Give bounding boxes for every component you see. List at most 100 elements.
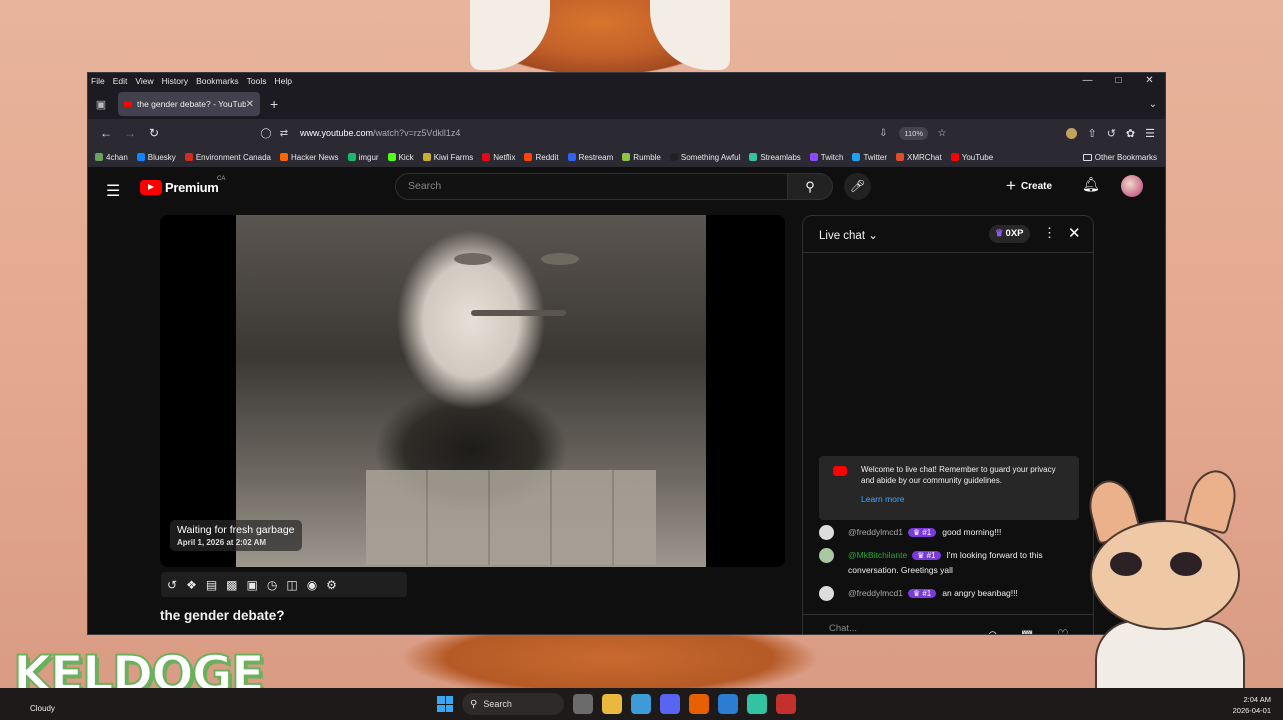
close-icon[interactable]: ✕ (1134, 73, 1165, 89)
bookmark-item[interactable]: 4chan (95, 153, 128, 162)
system-clock[interactable]: 2:04 AM 2026-04-01 (1233, 694, 1271, 716)
discord-icon[interactable] (660, 694, 680, 714)
expand-icon[interactable]: ▣ (247, 578, 258, 592)
minimize-icon[interactable]: — (1072, 73, 1103, 89)
xp-badge[interactable]: ♛ 0XP (989, 225, 1030, 243)
super-chat-icon[interactable]: ▩ (1021, 621, 1033, 634)
bookmark-item[interactable]: imgur (347, 153, 379, 162)
bookmark-item[interactable]: Restream (567, 153, 613, 162)
tab-close-icon[interactable]: ✕ (246, 99, 254, 110)
microphone-icon[interactable]: 🎤︎ (844, 173, 871, 200)
weather-widget[interactable]: Cloudy (30, 704, 55, 713)
bookmark-item[interactable]: XMRChat (896, 153, 942, 162)
share-icon[interactable]: ⇧ (1087, 127, 1096, 140)
picture-in-picture-icon[interactable]: ◫ (286, 578, 297, 592)
taskbar-search[interactable]: ⚲ Search (462, 693, 564, 715)
menu-file[interactable]: File (91, 76, 105, 86)
outlook-icon[interactable] (718, 694, 738, 714)
chat-author[interactable]: @freddylmcd1 (848, 527, 903, 537)
app-menu-icon[interactable]: ☰ (1145, 127, 1155, 140)
search-icon[interactable]: ⚲ (787, 173, 833, 200)
bookmark-item[interactable]: Streamlabs (749, 153, 801, 162)
speed-icon[interactable]: ◷ (267, 578, 277, 592)
task-view-icon[interactable] (573, 694, 593, 714)
country-code: CA (217, 176, 226, 182)
youtube-logo[interactable]: Premium (140, 180, 219, 195)
loop-icon[interactable]: ↺ (167, 578, 177, 592)
file-explorer-icon[interactable] (602, 694, 622, 714)
bookmark-item[interactable]: Kiwi Farms (422, 152, 474, 162)
back-icon[interactable]: ← (94, 126, 118, 140)
windows-start-icon[interactable] (437, 696, 453, 712)
notifications-bell-icon[interactable]: 🔔︎ (1082, 176, 1100, 193)
menu-history[interactable]: History (162, 76, 188, 86)
bookmark-item[interactable]: Reddit (524, 153, 559, 162)
more-options-icon[interactable]: ⋮ (1043, 225, 1056, 241)
url-bar[interactable]: ◯ ⇄ www.youtube.com/watch?v=rz5Vdkll1z4 … (252, 122, 958, 144)
bookmark-item[interactable]: Netflix (482, 153, 515, 162)
copilot-icon[interactable] (631, 694, 651, 714)
chat-author[interactable]: @MkBitchilante (848, 550, 907, 560)
account-avatar[interactable] (1121, 175, 1143, 197)
sidebar-toggle-icon[interactable]: ▣ (88, 98, 114, 111)
bookmark-star-icon[interactable]: ☆ (934, 128, 950, 139)
bookmark-item[interactable]: Environment Canada (184, 153, 271, 162)
bookmark-item[interactable]: Twitter (852, 153, 887, 162)
zoom-level[interactable]: 110% (899, 126, 928, 140)
bookmark-item[interactable]: Twitch (809, 153, 843, 162)
live-chat-panel: Live chat ⌄ ♛ 0XP ⋮ ✕ Welcome to live cha… (802, 215, 1094, 634)
extension-icon[interactable] (1066, 127, 1078, 139)
video-player[interactable]: Waiting for fresh garbage April 1, 2026 … (160, 215, 785, 567)
menu-help[interactable]: Help (274, 76, 291, 86)
menu-view[interactable]: View (135, 76, 153, 86)
maximize-icon[interactable]: □ (1103, 73, 1134, 89)
tab-active[interactable]: the gender debate? - YouTube ✕ (118, 92, 260, 116)
avatar[interactable] (819, 586, 834, 601)
guide-menu-icon[interactable]: ☰ (106, 181, 120, 201)
forward-icon[interactable]: → (118, 126, 142, 140)
cinema-icon[interactable]: ▩ (226, 578, 237, 592)
navigation-bar: ← → ↻ ◯ ⇄ www.youtube.com/watch?v=rz5Vdk… (88, 119, 1165, 147)
settings-gear-icon[interactable]: ⚙ (326, 578, 337, 592)
bookmark-item[interactable]: Hacker News (279, 153, 339, 162)
new-tab-icon[interactable]: + (270, 96, 278, 112)
permissions-icon[interactable]: ⇄ (276, 128, 292, 139)
heart-icon[interactable]: ♡ (1057, 621, 1069, 634)
reload-icon[interactable]: ↻ (142, 126, 166, 140)
bookmark-favicon-icon (749, 153, 758, 161)
close-chat-icon[interactable]: ✕ (1068, 224, 1081, 242)
bookmark-item[interactable]: YouTube (950, 153, 993, 162)
screenshot-icon[interactable]: ◉ (307, 578, 317, 592)
firefox-icon[interactable] (689, 694, 709, 714)
audio-icon[interactable]: ❖ (186, 578, 197, 592)
emoji-icon[interactable]: ☺ (986, 621, 999, 634)
chat-input[interactable]: Chat... ☺ ▩ ♡ (803, 614, 1093, 634)
shield-icon[interactable]: ◯ (258, 128, 274, 139)
bookmark-label: Kiwi Farms (433, 152, 474, 162)
search-input[interactable]: Search (395, 173, 788, 200)
other-bookmarks[interactable]: Other Bookmarks (1082, 153, 1157, 162)
chevron-down-icon[interactable]: ⌄ (1149, 99, 1157, 110)
streamlabs-icon[interactable] (747, 694, 767, 714)
chat-author[interactable]: @freddylmcd1 (848, 588, 903, 598)
save-page-icon[interactable]: ⇩ (875, 128, 891, 139)
bookmark-item[interactable]: Rumble (622, 153, 661, 162)
avatar[interactable] (819, 548, 834, 563)
avatar[interactable] (819, 525, 834, 540)
learn-more-link[interactable]: Learn more (861, 494, 1071, 505)
bookmark-item[interactable]: Kick (387, 153, 414, 162)
bookmark-item[interactable]: Bluesky (136, 153, 176, 162)
bookmark-favicon-icon (136, 153, 145, 161)
sync-icon[interactable]: ↺ (1107, 127, 1116, 140)
menu-bookmarks[interactable]: Bookmarks (196, 76, 239, 86)
youtube-app-icon[interactable] (776, 694, 796, 714)
watch-later-icon[interactable]: ▤ (206, 578, 217, 592)
crown-icon: ♛ (995, 228, 1004, 239)
bookmark-item[interactable]: Something Awful (669, 153, 740, 162)
menu-tools[interactable]: Tools (247, 76, 267, 86)
chat-mode-dropdown[interactable]: Live chat ⌄ (819, 228, 878, 242)
create-button[interactable]: + Create (1006, 176, 1052, 196)
url-text[interactable]: www.youtube.com/watch?v=rz5Vdkll1z4 (300, 128, 875, 138)
menu-edit[interactable]: Edit (113, 76, 128, 86)
feather-icon[interactable]: ✿ (1126, 127, 1135, 140)
